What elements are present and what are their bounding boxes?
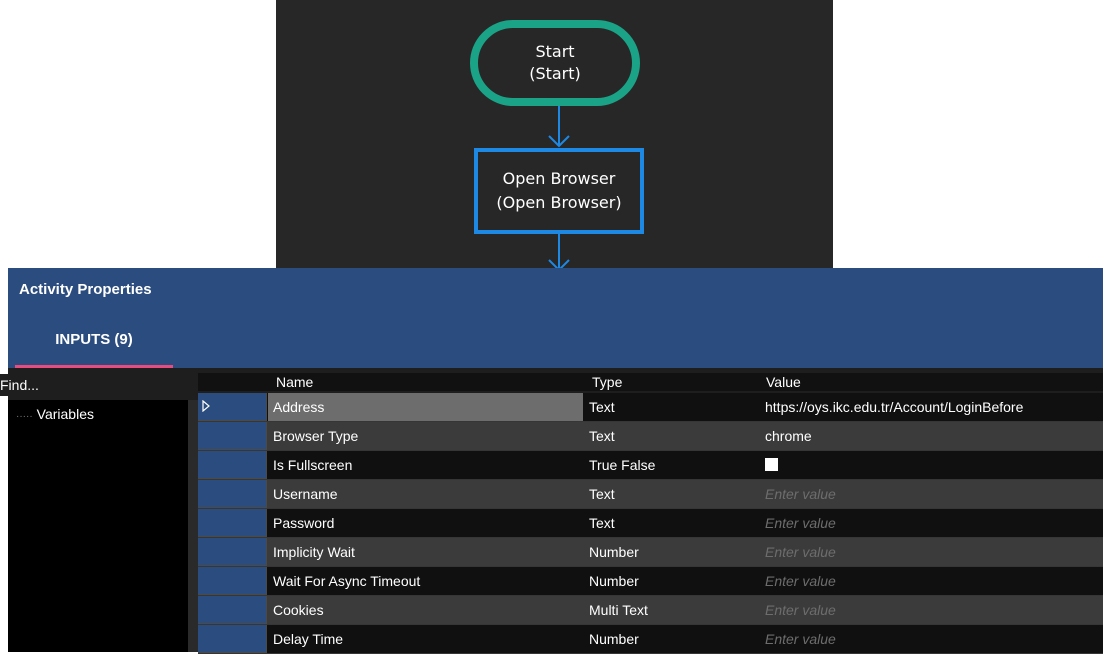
start-node[interactable]: Start (Start) [470,20,640,106]
pane-splitter[interactable] [188,400,198,652]
property-type: True False [589,457,656,473]
variables-pane: ·····Variables [0,368,198,652]
column-header-type[interactable]: Type [592,373,622,391]
property-value-input[interactable]: Enter value [757,538,1103,566]
property-type: Text [589,399,615,415]
column-header-value[interactable]: Value [766,373,801,391]
flow-canvas[interactable]: Start (Start) Open Browser (Open Browser… [276,0,833,268]
property-value-input[interactable]: Enter value [757,509,1103,537]
property-name: Delay Time [273,631,344,647]
property-type: Number [589,631,639,647]
property-row-address[interactable]: Address Text https://oys.ikc.edu.tr/Acco… [198,393,1103,422]
row-selector[interactable] [198,625,267,653]
row-selector[interactable] [198,422,267,450]
property-row-delay-time[interactable]: Delay Time Number Enter value [198,625,1103,654]
find-input[interactable] [0,374,196,396]
panel-title: Activity Properties [19,281,152,298]
property-name: Address [268,393,583,421]
tab-inputs[interactable]: INPUTS (9) [15,323,173,368]
open-browser-subtitle: (Open Browser) [496,193,622,212]
fullscreen-checkbox[interactable] [765,458,778,472]
property-row-cookies[interactable]: Cookies Multi Text Enter value [198,596,1103,625]
property-row-password[interactable]: Password Text Enter value [198,509,1103,538]
property-value-input[interactable]: Enter value [757,625,1103,653]
row-selector[interactable] [198,451,267,479]
property-name: Browser Type [273,428,359,444]
property-value[interactable] [757,451,1103,479]
panel-header: Activity Properties INPUTS (9) [8,268,1103,368]
property-name: Implicity Wait [273,544,355,560]
property-row-username[interactable]: Username Text Enter value [198,480,1103,509]
variables-tree: ····· Variables [8,400,188,652]
property-value-input[interactable]: Enter value [757,480,1103,508]
row-selector[interactable] [198,596,267,624]
property-type: Text [589,515,615,531]
property-value[interactable]: https://oys.ikc.edu.tr/Account/LoginBefo… [757,393,1103,421]
row-selector[interactable] [198,538,267,566]
property-row-wait-for-async-timeout[interactable]: Wait For Async Timeout Number Enter valu… [198,567,1103,596]
open-browser-node[interactable]: Open Browser (Open Browser) [474,148,644,234]
activity-properties-panel: Activity Properties INPUTS (9) ·····Vari… [0,268,1103,654]
open-browser-title: Open Browser [502,169,616,188]
property-type: Multi Text [589,602,648,618]
start-node-title: Start [535,42,575,61]
properties-grid: Name Type Value Address Text https://oys… [198,373,1103,654]
current-row-arrow-icon [202,400,210,412]
property-type: Text [589,428,615,444]
start-node-subtitle: (Start) [529,64,581,83]
property-name: Is Fullscreen [273,457,353,473]
property-value-input[interactable]: Enter value [757,596,1103,624]
property-row-implicity-wait[interactable]: Implicity Wait Number Enter value [198,538,1103,567]
row-selector[interactable] [198,480,267,508]
row-selector[interactable] [198,393,267,421]
property-row-browser-type[interactable]: Browser Type Text chrome [198,422,1103,451]
column-header-name[interactable]: Name [276,373,313,391]
property-name: Password [273,515,335,531]
tree-item-variables[interactable]: ····· Variables [16,406,94,422]
property-name: Wait For Async Timeout [273,573,421,589]
connector-arrow [548,106,570,148]
property-name: Username [273,486,338,502]
property-type: Number [589,573,639,589]
property-row-is-fullscreen[interactable]: Is Fullscreen True False [198,451,1103,480]
property-type: Number [589,544,639,560]
tree-item-label: Variables [36,406,94,422]
property-value-input[interactable]: Enter value [757,567,1103,595]
row-selector[interactable] [198,567,267,595]
property-name: Cookies [273,602,324,618]
row-selector[interactable] [198,509,267,537]
property-value[interactable]: chrome [757,422,1103,450]
connector-arrow [548,234,570,268]
grid-header: Name Type Value [198,373,1103,391]
tree-branch-icon: ····· [16,411,33,422]
property-type: Text [589,486,615,502]
